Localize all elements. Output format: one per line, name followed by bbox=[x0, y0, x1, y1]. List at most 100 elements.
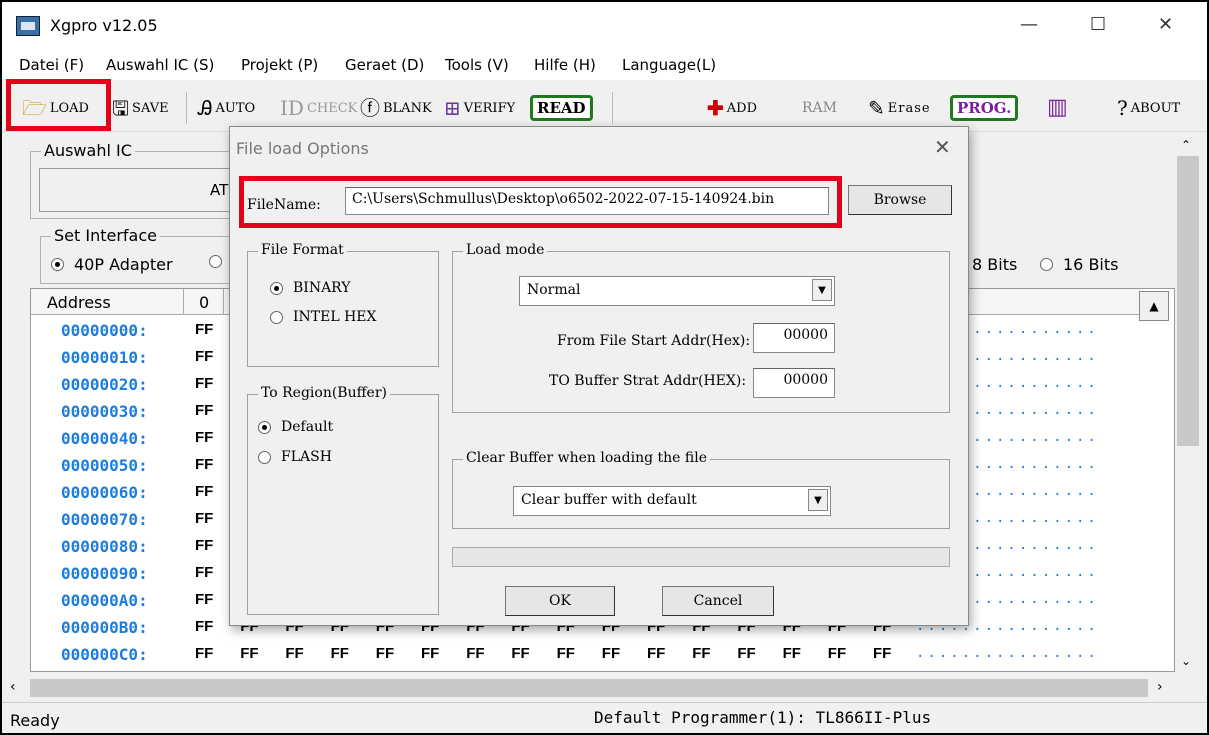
horizontal-scroll-thumb[interactable] bbox=[30, 679, 1148, 697]
row-address: 00000010: bbox=[61, 348, 148, 367]
hex-cell[interactable]: FF bbox=[195, 510, 213, 527]
bits8-label: 8 Bits bbox=[972, 255, 1018, 274]
row-address: 000000C0: bbox=[61, 645, 148, 664]
hex-cell[interactable]: FF bbox=[195, 402, 213, 419]
hex-cell[interactable]: FF bbox=[195, 375, 213, 392]
hex-cell[interactable]: FF bbox=[873, 645, 891, 662]
hex-cell[interactable]: FF bbox=[195, 321, 213, 338]
hex-cell[interactable]: FF bbox=[783, 645, 801, 662]
read-button[interactable]: READ bbox=[530, 92, 593, 124]
close-button[interactable]: ✕ bbox=[1158, 14, 1173, 35]
hex-cell[interactable]: FF bbox=[692, 645, 710, 662]
maximize-button[interactable]: ☐ bbox=[1090, 14, 1106, 35]
hex-cell[interactable]: FF bbox=[557, 645, 575, 662]
blank-label: BLANK bbox=[383, 100, 432, 116]
radio-dot bbox=[270, 281, 283, 295]
floppy-icon: 🖫 bbox=[112, 96, 130, 120]
blank-button[interactable]: ⓕ BLANK bbox=[360, 92, 432, 124]
vertical-scrollbar[interactable]: ⌃ ⌄ bbox=[1175, 136, 1203, 676]
hex-cell[interactable]: FF bbox=[466, 645, 484, 662]
hex-cell[interactable]: FF bbox=[647, 645, 665, 662]
hex-cell[interactable]: FF bbox=[737, 645, 755, 662]
to-addr-input[interactable]: 00000 bbox=[753, 368, 835, 398]
save-button[interactable]: 🖫 SAVE bbox=[112, 92, 169, 124]
verify-button[interactable]: ⊞ VERIFY bbox=[444, 92, 515, 124]
bits8-radio[interactable]: 8 Bits bbox=[972, 255, 1017, 274]
flash-radio[interactable]: FLASH bbox=[258, 449, 332, 465]
erase-icon: ✎ bbox=[868, 96, 885, 120]
intel-hex-radio[interactable]: INTEL HEX bbox=[270, 309, 376, 325]
from-addr-input[interactable]: 00000 bbox=[753, 323, 835, 353]
hex-cell[interactable]: FF bbox=[331, 645, 349, 662]
load-highlight-box bbox=[6, 79, 111, 131]
ram-button[interactable]: RAM bbox=[802, 92, 837, 124]
vertical-scroll-thumb[interactable] bbox=[1177, 156, 1199, 446]
toolbar-separator bbox=[186, 92, 187, 124]
auto-button[interactable]: Ꭿ AUTO bbox=[198, 92, 255, 124]
intel-hex-label: INTEL HEX bbox=[293, 309, 377, 325]
blank-check-icon: ⓕ bbox=[360, 96, 380, 120]
hex-cell[interactable]: FF bbox=[511, 645, 529, 662]
prog-button[interactable]: PROG. bbox=[950, 92, 1019, 124]
erase-label: Erase bbox=[887, 100, 931, 116]
hex-cell[interactable]: FF bbox=[828, 645, 846, 662]
radio-dot bbox=[270, 310, 283, 324]
minimize-button[interactable]: — bbox=[1020, 14, 1038, 35]
horizontal-scrollbar[interactable]: ‹ › bbox=[2, 676, 1175, 700]
dialog-close-button[interactable]: ✕ bbox=[934, 135, 951, 159]
hex-cell[interactable]: FF bbox=[195, 483, 213, 500]
menu-geraet[interactable]: Geraet (D) bbox=[345, 56, 424, 74]
bits16-radio[interactable]: 16 Bits bbox=[1040, 255, 1118, 274]
hex-cell[interactable]: FF bbox=[240, 645, 258, 662]
menu-bar: Datei (F) Auswahl IC (S) Projekt (P) Ger… bbox=[2, 50, 1207, 80]
default-radio[interactable]: Default bbox=[258, 419, 333, 435]
hex-cell[interactable]: FF bbox=[195, 618, 213, 635]
hex-cell[interactable]: FF bbox=[195, 429, 213, 446]
hex-cell[interactable]: FF bbox=[195, 645, 213, 662]
menu-projekt[interactable]: Projekt (P) bbox=[241, 56, 318, 74]
ram-label: RAM bbox=[802, 100, 837, 116]
clear-buffer-select[interactable]: Clear buffer with default ▼ bbox=[513, 486, 831, 516]
dropdown-arrow-icon: ▼ bbox=[812, 279, 832, 301]
hex-cell[interactable]: FF bbox=[602, 645, 620, 662]
browse-button[interactable]: Browse bbox=[848, 185, 952, 215]
menu-datei[interactable]: Datei (F) bbox=[19, 56, 84, 74]
hex-cell[interactable]: FF bbox=[195, 348, 213, 365]
row-address: 000000B0: bbox=[61, 618, 148, 637]
cancel-button[interactable]: Cancel bbox=[662, 586, 774, 616]
load-mode-select[interactable]: Normal ▼ bbox=[519, 276, 835, 306]
menu-language[interactable]: Language(L) bbox=[622, 56, 716, 74]
verify-label: VERIFY bbox=[463, 100, 516, 116]
erase-button[interactable]: ✎ Erase bbox=[868, 92, 931, 124]
hex-cell[interactable]: FF bbox=[195, 456, 213, 473]
menu-tools[interactable]: Tools (V) bbox=[445, 56, 509, 74]
menu-hilfe[interactable]: Hilfe (H) bbox=[534, 56, 596, 74]
set-interface-group: Set Interface 40P Adapter bbox=[40, 226, 232, 284]
hex-cell[interactable]: FF bbox=[195, 537, 213, 554]
scroll-right-icon[interactable]: › bbox=[1157, 679, 1163, 695]
hex-cell[interactable]: FF bbox=[376, 645, 394, 662]
adapter-40p-radio[interactable]: 40P Adapter bbox=[51, 255, 173, 274]
hex-scroll-up[interactable]: ▲ bbox=[1139, 291, 1169, 321]
hex-cell[interactable]: FF bbox=[285, 645, 303, 662]
binary-radio[interactable]: BINARY bbox=[270, 280, 351, 296]
about-button[interactable]: ? ABOUT bbox=[1117, 92, 1180, 124]
hex-cell[interactable]: FF bbox=[421, 645, 439, 662]
programmer-text: Default Programmer(1): TL866II-Plus bbox=[594, 708, 932, 727]
scroll-up-icon[interactable]: ⌃ bbox=[1181, 138, 1191, 152]
menu-auswahl-ic[interactable]: Auswahl IC (S) bbox=[106, 56, 214, 74]
add-button[interactable]: ✚ ADD bbox=[707, 92, 757, 124]
check-button[interactable]: ID CHECK bbox=[280, 92, 357, 124]
hex-cell[interactable]: FF bbox=[195, 564, 213, 581]
auswahl-ic-label: Auswahl IC bbox=[41, 141, 135, 160]
scroll-left-icon[interactable]: ‹ bbox=[10, 679, 16, 695]
scroll-down-icon[interactable]: ⌄ bbox=[1181, 654, 1191, 668]
ok-button[interactable]: OK bbox=[505, 586, 615, 616]
status-text: Ready bbox=[10, 711, 60, 730]
hex-cell[interactable]: FF bbox=[195, 591, 213, 608]
adapter-40p-label: 40P Adapter bbox=[74, 255, 173, 274]
chip-button[interactable]: ▥ bbox=[1047, 92, 1071, 124]
add-label: ADD bbox=[726, 100, 757, 116]
table-row[interactable]: 000000C0: FF FF FF FF FF FF FF FF FF FF FF FF FF FF FF F… bbox=[31, 641, 1141, 668]
radio-dot bbox=[209, 255, 222, 268]
